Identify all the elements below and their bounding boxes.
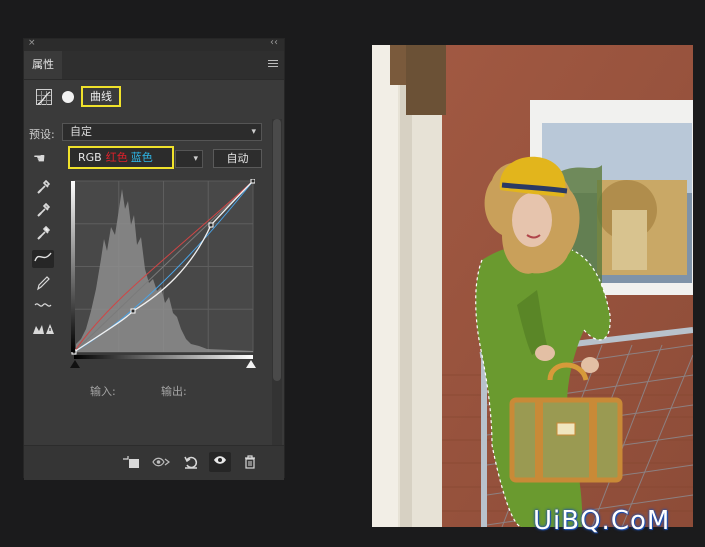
collapse-icon[interactable]: ‹‹ bbox=[270, 37, 278, 48]
curve-point bbox=[208, 222, 214, 228]
preset-label: 预设: bbox=[29, 128, 55, 141]
preset-select[interactable]: 自定 ▾ bbox=[62, 123, 262, 141]
eyedropper-black-icon[interactable] bbox=[32, 179, 54, 197]
view-previous-icon[interactable] bbox=[152, 455, 170, 473]
adjustment-title: 曲线 bbox=[81, 86, 121, 107]
input-gradient-bar bbox=[74, 355, 253, 359]
properties-panel: × ‹‹ 属性 曲线 预设: 自定 ▾ ☚ RGB 红色 蓝色 ▾ 自动 输入:… bbox=[23, 37, 285, 480]
visibility-icon[interactable] bbox=[209, 452, 231, 472]
panel-menu-icon[interactable] bbox=[268, 60, 278, 69]
clip-to-layer-icon[interactable] bbox=[122, 455, 140, 473]
output-label: 输出: bbox=[161, 385, 187, 398]
channel-red: 红色 bbox=[105, 151, 128, 164]
tab-properties[interactable]: 属性 bbox=[24, 51, 62, 79]
channel-select[interactable]: RGB 红色 蓝色 bbox=[68, 146, 174, 169]
black-point-slider[interactable] bbox=[70, 360, 80, 368]
watermark-text: UiBQ.CoM bbox=[533, 506, 671, 536]
input-label: 输入: bbox=[90, 385, 116, 398]
pencil-icon[interactable] bbox=[32, 275, 54, 293]
curves-adjustment-icon bbox=[36, 89, 52, 105]
channel-dropdown-toggle[interactable]: ▾ bbox=[175, 150, 203, 168]
curve-edit-icon[interactable] bbox=[32, 250, 54, 268]
eyedropper-gray-icon[interactable] bbox=[32, 202, 54, 220]
tab-bar: 属性 bbox=[24, 51, 284, 80]
panel-header-bar: × ‹‹ bbox=[24, 37, 284, 51]
curve-point bbox=[130, 308, 136, 314]
curve-point bbox=[250, 179, 255, 184]
curves-graph[interactable] bbox=[71, 179, 255, 357]
auto-button[interactable]: 自动 bbox=[213, 149, 262, 168]
delete-icon[interactable] bbox=[244, 455, 256, 473]
smooth-icon[interactable] bbox=[32, 298, 54, 316]
channel-rgb: RGB bbox=[78, 151, 102, 164]
clipping-warning-icon[interactable] bbox=[32, 321, 54, 339]
panel-scrollbar[interactable] bbox=[272, 119, 282, 465]
output-gradient-bar bbox=[71, 181, 75, 352]
layer-mask-icon[interactable] bbox=[62, 91, 74, 103]
reset-icon[interactable] bbox=[184, 455, 198, 473]
channel-blue: 蓝色 bbox=[130, 151, 153, 164]
scrollbar-thumb[interactable] bbox=[273, 119, 281, 381]
chevron-down-icon: ▾ bbox=[193, 154, 198, 164]
preset-value: 自定 bbox=[70, 125, 92, 138]
chevron-down-icon: ▾ bbox=[251, 127, 256, 137]
eyedropper-white-icon[interactable] bbox=[32, 225, 54, 243]
close-icon[interactable]: × bbox=[28, 38, 36, 48]
white-point-slider[interactable] bbox=[246, 360, 256, 368]
target-adjust-hand-icon[interactable]: ☚ bbox=[33, 151, 46, 167]
document-canvas-photo bbox=[372, 45, 693, 527]
panel-footer bbox=[24, 445, 284, 480]
